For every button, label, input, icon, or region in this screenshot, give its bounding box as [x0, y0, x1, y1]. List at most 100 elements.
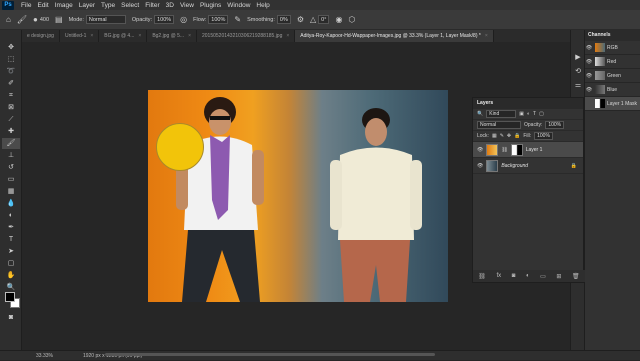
fill-field[interactable]: 100% — [534, 132, 553, 140]
pen-tool-icon[interactable]: ✒ — [2, 222, 20, 233]
quick-select-tool-icon[interactable]: ✐ — [2, 78, 20, 89]
layer-name[interactable]: Background — [501, 163, 528, 169]
menu-select[interactable]: Select — [118, 2, 142, 9]
tab-e-design[interactable]: e design.jpg — [22, 30, 60, 42]
eyedropper-tool-icon[interactable]: ⟋ — [2, 114, 20, 125]
pressure-opacity-icon[interactable]: ◎ — [180, 15, 187, 24]
horizontal-scrollbar[interactable] — [105, 353, 435, 356]
frame-tool-icon[interactable]: ⊠ — [2, 102, 20, 113]
channel-rgb[interactable]: 👁 RGB — [585, 41, 640, 55]
gradient-tool-icon[interactable]: ▦ — [2, 186, 20, 197]
airbrush-icon[interactable]: ✎ — [234, 15, 241, 24]
layer-name[interactable]: Layer 1 — [526, 147, 543, 153]
lasso-tool-icon[interactable]: ➰ — [2, 66, 20, 77]
add-mask-icon[interactable]: ◙ — [512, 273, 516, 279]
menu-filter[interactable]: Filter — [142, 2, 162, 9]
brush-tool-icon[interactable]: 🖌 — [17, 15, 27, 24]
eraser-tool-icon[interactable]: ▭ — [2, 174, 20, 185]
close-icon[interactable]: × — [485, 33, 488, 39]
layer-mask-thumbnail[interactable] — [510, 143, 523, 156]
eye-icon[interactable]: 👁 — [477, 163, 483, 169]
eye-icon[interactable]: 👁 — [585, 59, 593, 65]
foreground-color-swatch[interactable] — [5, 292, 15, 302]
chain-link-icon[interactable]: ⛓ — [501, 147, 507, 153]
healing-brush-tool-icon[interactable]: ✚ — [2, 126, 20, 137]
new-layer-icon[interactable]: ⊞ — [556, 273, 561, 280]
tab-bg[interactable]: BG.jpg @ 4... × — [99, 30, 148, 42]
group-icon[interactable]: ▭ — [540, 273, 546, 280]
document-image[interactable] — [148, 90, 448, 302]
menu-image[interactable]: Image — [52, 2, 76, 9]
blur-tool-icon[interactable]: 💧 — [2, 198, 20, 209]
close-icon[interactable]: × — [188, 33, 191, 39]
tab-untitled-1[interactable]: Untitled-1 × — [60, 30, 100, 42]
menu-plugins[interactable]: Plugins — [197, 2, 224, 9]
lock-move-icon[interactable]: ✥ — [507, 133, 511, 139]
dodge-tool-icon[interactable]: ◐ — [2, 210, 20, 221]
play-icon[interactable]: ▶ — [572, 52, 584, 63]
history-brush-tool-icon[interactable]: ↺ — [2, 162, 20, 173]
history-icon[interactable]: ⟲ — [572, 66, 584, 77]
type-tool-icon[interactable]: T — [2, 234, 20, 245]
properties-icon[interactable]: ⚌ — [572, 80, 584, 91]
mode-select[interactable]: Normal — [85, 15, 126, 24]
smoothing-gear-icon[interactable]: ⚙ — [297, 15, 304, 24]
path-select-tool-icon[interactable]: ➤ — [2, 246, 20, 257]
rectangle-tool-icon[interactable]: ▢ — [2, 258, 20, 269]
menu-view[interactable]: View — [177, 2, 197, 9]
menu-help[interactable]: Help — [253, 2, 272, 9]
hand-tool-icon[interactable]: ✋ — [2, 270, 20, 281]
channel-red[interactable]: 👁 Red — [585, 55, 640, 69]
filter-pixel-icon[interactable]: ▣ — [519, 111, 524, 117]
kind-filter-select[interactable]: Kind — [486, 110, 517, 118]
filter-type-icon[interactable]: T — [533, 111, 536, 117]
brush-settings-icon[interactable]: ▤ — [55, 15, 63, 24]
marquee-tool-icon[interactable]: ⬚ — [2, 54, 20, 65]
eye-icon[interactable]: 👁 — [477, 147, 483, 153]
fx-icon[interactable]: fx — [496, 273, 501, 279]
brush-size[interactable]: ● 400 — [33, 15, 49, 24]
tab-bg2[interactable]: Bg2.jpg @ 5... × — [147, 30, 197, 42]
tab-aditya-active[interactable]: Aditya-Roy-Kapoor-Hd-Wappaper-Images.jpg… — [295, 30, 494, 42]
eye-icon[interactable]: 👁 — [585, 73, 593, 79]
channel-blue[interactable]: 👁 Blue — [585, 83, 640, 97]
layer-row-layer-1[interactable]: 👁 ⛓ Layer 1 — [473, 142, 583, 158]
layer-row-background[interactable]: 👁 Background 🔒 — [473, 158, 583, 174]
lock-brush-icon[interactable]: ✎ — [500, 133, 504, 139]
smoothing-field[interactable]: 0% — [276, 15, 291, 24]
quick-mask-icon[interactable]: ◙ — [2, 312, 20, 323]
symmetry-icon[interactable]: ⬡ — [348, 15, 355, 24]
move-tool-icon[interactable]: ✥ — [2, 42, 20, 53]
lock-pixels-icon[interactable]: ▦ — [492, 133, 497, 139]
layer-opacity-field[interactable]: 100% — [545, 121, 565, 129]
close-icon[interactable]: × — [286, 33, 289, 39]
blend-mode-select[interactable]: Normal — [477, 121, 521, 129]
menu-layer[interactable]: Layer — [76, 2, 98, 9]
eye-icon[interactable]: 👁 — [585, 87, 593, 93]
opacity-field[interactable]: 100% — [154, 15, 175, 24]
filter-adjustment-icon[interactable]: ◐ — [527, 111, 530, 117]
trash-icon[interactable]: 🗑 — [572, 273, 580, 280]
home-icon[interactable]: ⌂ — [6, 15, 11, 24]
menu-file[interactable]: File — [18, 2, 34, 9]
clone-stamp-tool-icon[interactable]: ⊥ — [2, 150, 20, 161]
pressure-size-icon[interactable]: ◉ — [335, 15, 342, 24]
menu-window[interactable]: Window — [224, 2, 253, 9]
eye-icon[interactable]: 👁 — [585, 45, 593, 51]
link-layers-icon[interactable]: ⛓ — [478, 273, 486, 280]
tab-2015-image[interactable]: 20150520143210306219288185.jpg × — [197, 30, 296, 42]
channel-layer-mask[interactable]: Layer 1 Mask — [585, 97, 640, 111]
close-icon[interactable]: × — [90, 33, 93, 39]
angle-field[interactable]: 0° — [318, 15, 330, 24]
crop-tool-icon[interactable]: ⌗ — [2, 90, 20, 101]
channel-green[interactable]: 👁 Green — [585, 69, 640, 83]
flow-field[interactable]: 100% — [208, 15, 229, 24]
adjustment-layer-icon[interactable]: ◐ — [526, 273, 530, 279]
lock-all-icon[interactable]: 🔒 — [514, 133, 520, 139]
close-icon[interactable]: × — [138, 33, 141, 39]
menu-edit[interactable]: Edit — [34, 2, 51, 9]
filter-shape-icon[interactable]: ▢ — [539, 111, 544, 117]
zoom-level[interactable]: 33.33% — [36, 351, 53, 360]
menu-type[interactable]: Type — [98, 2, 118, 9]
menu-3d[interactable]: 3D — [163, 2, 177, 9]
